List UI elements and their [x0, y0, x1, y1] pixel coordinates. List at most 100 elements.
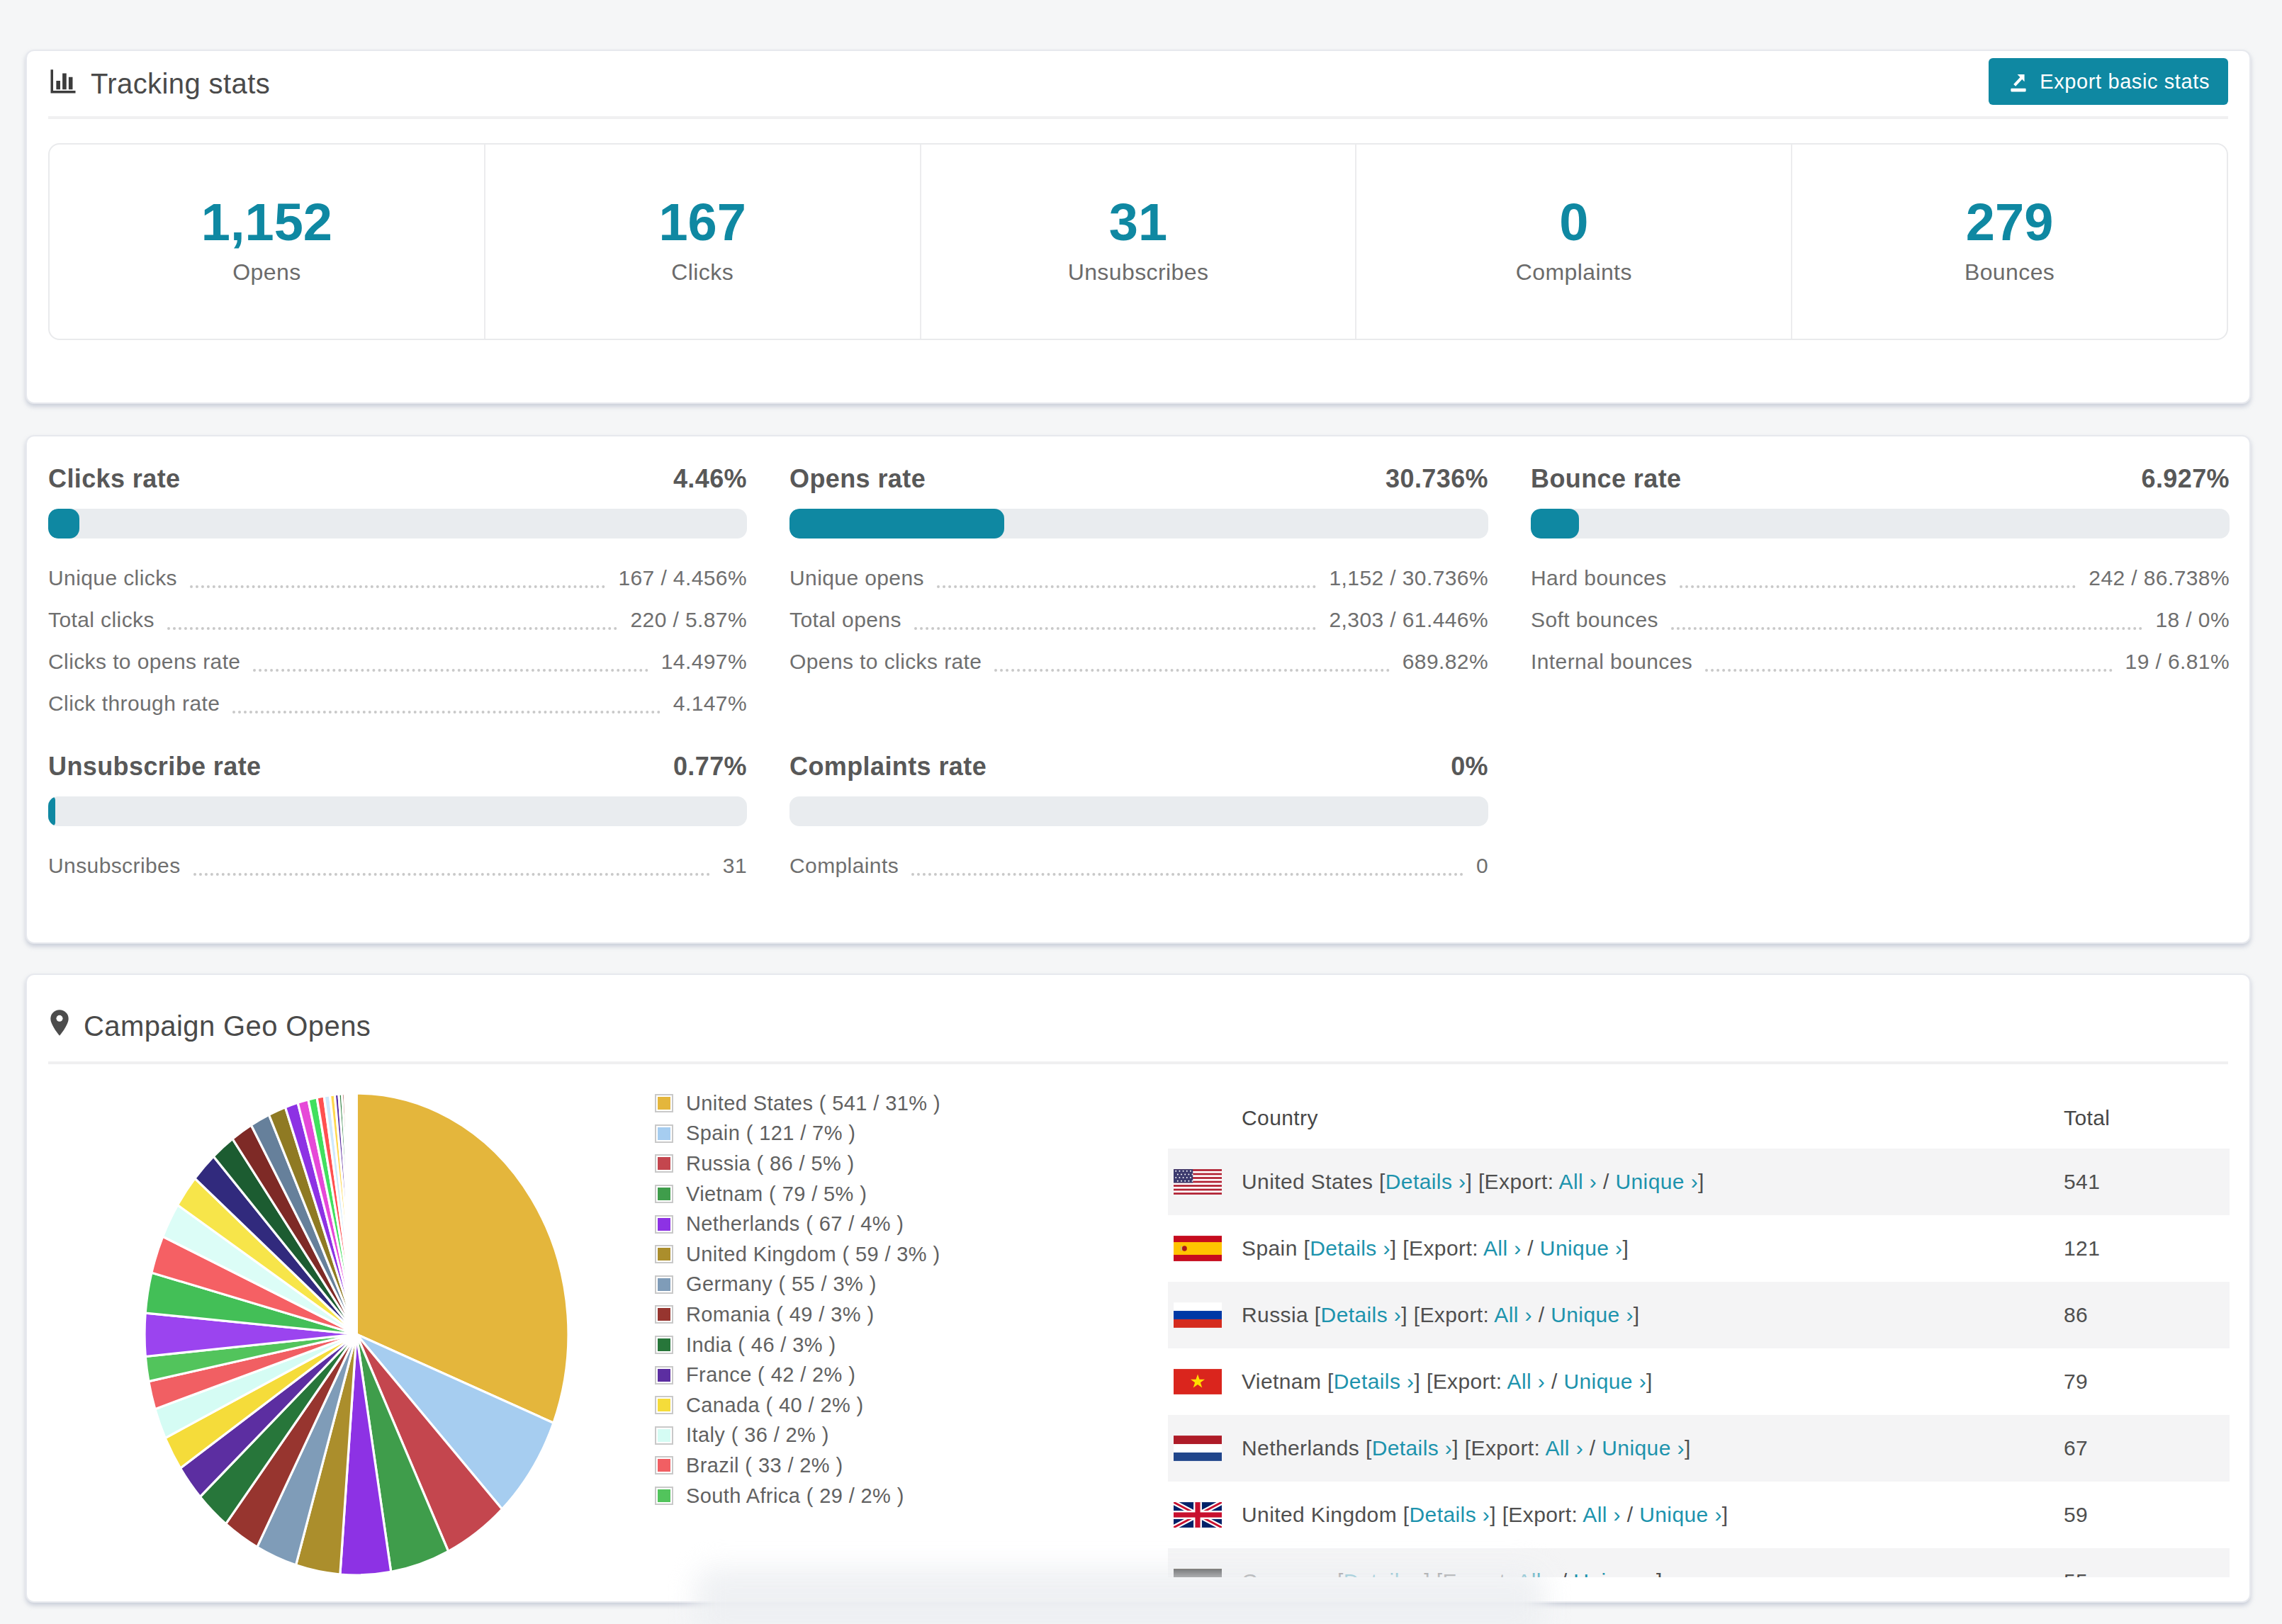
geo-opens-body: Campaign Geo Opens United States ( 541 /… — [27, 975, 2249, 1577]
geo-opens-pie-chart — [142, 1091, 571, 1577]
rate-head: Clicks rate4.46% — [48, 462, 747, 496]
stat-opens: 1,152Opens — [50, 145, 485, 339]
rate-row-value: 220 / 5.87% — [630, 610, 747, 630]
details-link[interactable]: Details › — [1310, 1236, 1390, 1260]
rate-row-label: Soft bounces — [1531, 610, 1658, 630]
geo-row-text: Russia [Details ›] [Export: All › / Uniq… — [1242, 1303, 1640, 1327]
stat-complaints: 0 Complaints — [1356, 145, 1792, 339]
legend-label: Germany ( 55 / 3% ) — [686, 1273, 877, 1296]
details-link[interactable]: Details › — [1334, 1370, 1415, 1393]
legend-item: Germany ( 55 / 3% ) — [655, 1270, 940, 1300]
geo-table-header: CountryTotal — [1168, 1087, 2230, 1149]
geo-table-row: Russia [Details ›] [Export: All › / Uniq… — [1168, 1282, 2230, 1348]
stat-value: 167 — [485, 198, 920, 247]
rate-row-label: Unique clicks — [48, 568, 177, 588]
geo-row-total: 121 — [2064, 1236, 2100, 1261]
legend-swatch — [655, 1124, 673, 1143]
geo-row-text: Spain [Details ›] [Export: All › / Uniqu… — [1242, 1236, 1629, 1261]
export-all-link[interactable]: All › — [1494, 1303, 1532, 1326]
rate-row-label: Opens to clicks rate — [789, 652, 982, 672]
stat-unsubscribes: 31Unsubscribes — [921, 145, 1357, 339]
flag-icon-es — [1174, 1236, 1222, 1261]
stat-value: 0 — [1356, 198, 1791, 247]
geo-opens-card: Campaign Geo Opens United States ( 541 /… — [26, 974, 2251, 1603]
rate-section-unsubscribe-rate: Unsubscribe rate 0.77% Unsubscribes31 — [48, 750, 747, 898]
export-all-link[interactable]: All › — [1583, 1503, 1621, 1526]
details-link[interactable]: Details › — [1321, 1303, 1402, 1326]
divider — [48, 1061, 2228, 1064]
rate-percent: 0.77% — [673, 752, 747, 782]
stat-clicks: 167Clicks — [485, 145, 921, 339]
legend-label: Spain ( 121 / 7% ) — [686, 1122, 855, 1145]
export-all-link[interactable]: All › — [1483, 1236, 1522, 1260]
rate-head: Unsubscribe rate 0.77% — [48, 750, 747, 784]
rate-title: Unsubscribe rate — [48, 752, 262, 782]
legend-swatch — [655, 1366, 673, 1385]
legend-label: Italy ( 36 / 2% ) — [686, 1423, 829, 1447]
legend-label: France ( 42 / 2% ) — [686, 1363, 855, 1387]
legend-item: Netherlands ( 67 / 4% ) — [655, 1209, 940, 1239]
rate-row: Hard bounces242 / 86.738% — [1531, 568, 2230, 588]
rate-rows: Unique opens1,152 / 30.736% Total opens 2,… — [789, 568, 1488, 672]
geo-opens-title: Campaign Geo Opens — [84, 1010, 371, 1042]
geo-table-row: Vietnam [Details ›] [Export: All › / Uni… — [1168, 1348, 2230, 1415]
export-unique-link[interactable]: Unique › — [1551, 1303, 1634, 1326]
export-unique-link[interactable]: Unique › — [1615, 1170, 1698, 1193]
rate-row: Complaints0 — [789, 856, 1488, 876]
rate-progress-bar — [48, 796, 747, 826]
flag-icon-vn — [1174, 1369, 1222, 1394]
rate-row-value: 689.82% — [1403, 652, 1488, 672]
stat-label: Bounces — [1792, 259, 2227, 286]
rate-rows: Unique clicks167 / 4.456%Total clicks220… — [48, 568, 747, 714]
rate-row: Unsubscribes31 — [48, 856, 747, 876]
export-all-link[interactable]: All › — [1507, 1370, 1546, 1393]
rate-row: Unique opens1,152 / 30.736% — [789, 568, 1488, 588]
details-link[interactable]: Details › — [1372, 1436, 1453, 1460]
export-unique-link[interactable]: Unique › — [1573, 1569, 1656, 1577]
rate-row-label: Click through rate — [48, 694, 220, 714]
legend-label: United Kingdom ( 59 / 3% ) — [686, 1243, 940, 1266]
stat-label: Unsubscribes — [921, 259, 1356, 286]
export-unique-link[interactable]: Unique › — [1540, 1236, 1623, 1260]
details-link[interactable]: Details › — [1386, 1170, 1466, 1193]
rate-row-value: 0 — [1476, 856, 1488, 876]
dotted-leader — [253, 656, 648, 672]
map-pin-icon — [48, 1009, 71, 1043]
stats-summary-row: 1,152Opens167Clicks31Unsubscribes0 Compla… — [48, 143, 2228, 340]
rate-title: Bounce rate — [1531, 464, 1681, 494]
rate-title: Opens rate — [789, 464, 926, 494]
rate-head: Opens rate30.736% — [789, 462, 1488, 496]
stat-value: 279 — [1792, 198, 2227, 247]
legend-swatch — [655, 1396, 673, 1414]
rate-row-value: 14.497% — [661, 652, 747, 672]
stat-label: Opens — [50, 259, 484, 286]
legend-item: Brazil ( 33 / 2% ) — [655, 1450, 940, 1481]
rate-progress-bar — [1531, 509, 2230, 538]
legend-item: South Africa ( 29 / 2% ) — [655, 1481, 940, 1511]
legend-swatch — [655, 1094, 673, 1112]
legend-swatch — [655, 1154, 673, 1173]
export-all-link[interactable]: All › — [1545, 1436, 1583, 1460]
geo-row-total: 541 — [2064, 1170, 2100, 1194]
dotted-leader — [1680, 573, 2076, 588]
stat-label: Complaints — [1356, 259, 1791, 286]
export-all-link[interactable]: All › — [1559, 1170, 1597, 1193]
rate-row: Clicks to opens rate14.497% — [48, 652, 747, 672]
geo-table-row: Netherlands [Details ›] [Export: All › /… — [1168, 1415, 2230, 1482]
flag-icon-nl — [1174, 1436, 1222, 1461]
legend-label: India ( 46 / 3% ) — [686, 1333, 836, 1357]
details-link[interactable]: Details › — [1410, 1503, 1490, 1526]
flag-icon-ru — [1174, 1302, 1222, 1328]
rate-rows: Unsubscribes31 — [48, 856, 747, 876]
blur-overlay — [695, 1567, 1545, 1624]
rate-row-value: 2,303 / 61.446% — [1329, 610, 1488, 630]
export-unique-link[interactable]: Unique › — [1563, 1370, 1646, 1393]
legend-item: France ( 42 / 2% ) — [655, 1360, 940, 1390]
dotted-leader — [1705, 656, 2112, 672]
rate-row-label: Unique opens — [789, 568, 924, 588]
rate-row-label: Total clicks — [48, 610, 154, 630]
rate-row-label: Total opens — [789, 610, 901, 630]
export-unique-link[interactable]: Unique › — [1602, 1436, 1685, 1460]
export-unique-link[interactable]: Unique › — [1639, 1503, 1722, 1526]
export-basic-stats-button[interactable]: Export basic stats — [1989, 58, 2228, 105]
